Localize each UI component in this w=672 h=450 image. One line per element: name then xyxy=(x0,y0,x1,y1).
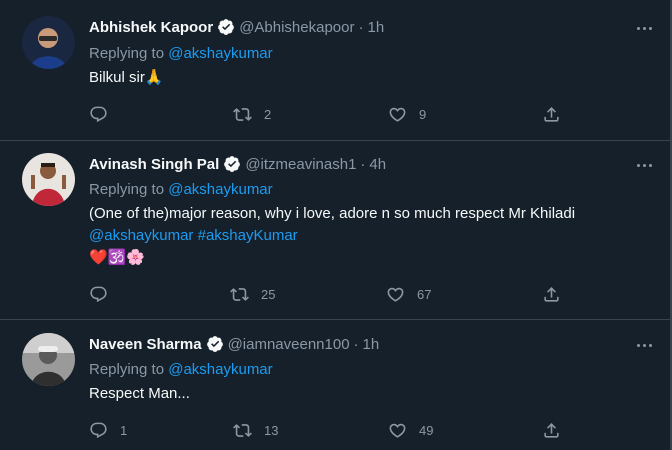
share-button[interactable] xyxy=(542,283,561,305)
retweet-count: 2 xyxy=(264,106,272,122)
more-options-icon[interactable] xyxy=(634,18,654,38)
hashtag-link[interactable]: #akshayKumar xyxy=(198,227,298,244)
avatar[interactable] xyxy=(22,333,75,386)
share-icon xyxy=(544,106,559,122)
replying-prefix: Replying to xyxy=(89,45,165,62)
display-name[interactable]: Naveen Sharma xyxy=(89,336,202,353)
handle[interactable]: @itzmeavinash1 xyxy=(245,156,356,173)
retweet-count: 13 xyxy=(264,422,279,438)
avatar[interactable] xyxy=(22,16,75,69)
like-button[interactable]: 67 xyxy=(386,283,431,305)
reply-button[interactable]: 1 xyxy=(89,419,127,441)
avatar[interactable] xyxy=(22,153,75,206)
share-icon xyxy=(544,422,559,438)
separator: · xyxy=(360,155,366,173)
tweet-1[interactable]: Abhishek Kapoor @Abhishekapoor · 1h Repl… xyxy=(0,0,670,140)
tweet-text: Bilkul sir🙏 xyxy=(89,69,164,86)
verified-badge-icon xyxy=(206,336,223,352)
tweet-text-links: @akshaykumar #akshayKumar xyxy=(89,225,575,247)
tweet-text-line: (One of the)major reason, why i love, ad… xyxy=(89,205,576,222)
like-icon xyxy=(389,107,406,122)
verified-badge-icon xyxy=(218,19,235,35)
reply-icon xyxy=(90,286,107,302)
avatar-image-naveen xyxy=(22,333,75,386)
like-count: 9 xyxy=(419,106,427,122)
reply-count: 1 xyxy=(120,422,128,438)
retweet-icon xyxy=(233,107,252,121)
replying-prefix: Replying to xyxy=(89,181,165,198)
reply-button[interactable] xyxy=(89,103,120,125)
mention-link[interactable]: @akshaykumar xyxy=(89,227,193,244)
like-count: 49 xyxy=(419,422,434,438)
reply-button[interactable] xyxy=(89,283,120,305)
tweet-actions: 25 67 xyxy=(89,283,569,305)
retweet-button[interactable]: 13 xyxy=(233,419,278,441)
share-icon xyxy=(544,286,559,302)
display-name[interactable]: Abhishek Kapoor xyxy=(89,19,213,36)
handle[interactable]: @Abhishekapoor xyxy=(239,19,354,36)
replying-prefix: Replying to xyxy=(89,361,165,378)
timestamp[interactable]: 4h xyxy=(369,156,386,173)
separator: · xyxy=(358,18,364,36)
share-button[interactable] xyxy=(542,103,561,125)
replying-to: Replying to @akshaykumar xyxy=(89,361,273,378)
reply-icon xyxy=(90,106,107,122)
tweet-actions: 1 13 49 xyxy=(89,419,569,441)
more-options-icon[interactable] xyxy=(634,335,654,355)
tweet-header: Naveen Sharma @iamnaveenn100 · 1h xyxy=(89,333,379,355)
like-button[interactable]: 9 xyxy=(388,103,426,125)
replying-to-link[interactable]: @akshaykumar xyxy=(168,181,272,198)
replying-to: Replying to @akshaykumar xyxy=(89,45,273,62)
replying-to: Replying to @akshaykumar xyxy=(89,181,273,198)
timestamp[interactable]: 1h xyxy=(368,19,385,36)
reply-icon xyxy=(90,422,107,438)
verified-badge-icon xyxy=(224,156,241,172)
handle[interactable]: @iamnaveenn100 xyxy=(228,336,350,353)
timestamp[interactable]: 1h xyxy=(363,336,380,353)
tweet-actions: 2 9 xyxy=(89,103,569,125)
retweet-icon xyxy=(233,423,252,437)
share-button[interactable] xyxy=(542,419,561,441)
tweet-emojis: ❤️🕉️🌸 xyxy=(89,249,146,266)
retweet-button[interactable]: 25 xyxy=(230,283,275,305)
like-button[interactable]: 49 xyxy=(388,419,433,441)
tweet-text: (One of the)major reason, why i love, ad… xyxy=(89,203,575,269)
tweet-text: Respect Man... xyxy=(89,385,190,402)
retweet-count: 25 xyxy=(261,286,276,302)
replying-to-link[interactable]: @akshaykumar xyxy=(168,361,272,378)
tweet-header: Avinash Singh Pal @itzmeavinash1 · 4h xyxy=(89,153,386,175)
retweet-button[interactable]: 2 xyxy=(233,103,271,125)
tweet-header: Abhishek Kapoor @Abhishekapoor · 1h xyxy=(89,16,384,38)
retweet-icon xyxy=(230,287,249,301)
separator: · xyxy=(353,335,359,353)
avatar-image-abhishek xyxy=(22,16,75,69)
tweet-2[interactable]: Avinash Singh Pal @itzmeavinash1 · 4h Re… xyxy=(0,141,670,319)
tweet-3[interactable]: Naveen Sharma @iamnaveenn100 · 1h Replyi… xyxy=(0,320,670,450)
avatar-image-avinash xyxy=(22,153,75,206)
display-name[interactable]: Avinash Singh Pal xyxy=(89,156,219,173)
like-icon xyxy=(389,423,406,438)
replying-to-link[interactable]: @akshaykumar xyxy=(168,45,272,62)
like-count: 67 xyxy=(417,286,432,302)
like-icon xyxy=(387,287,404,302)
more-options-icon[interactable] xyxy=(634,155,654,175)
